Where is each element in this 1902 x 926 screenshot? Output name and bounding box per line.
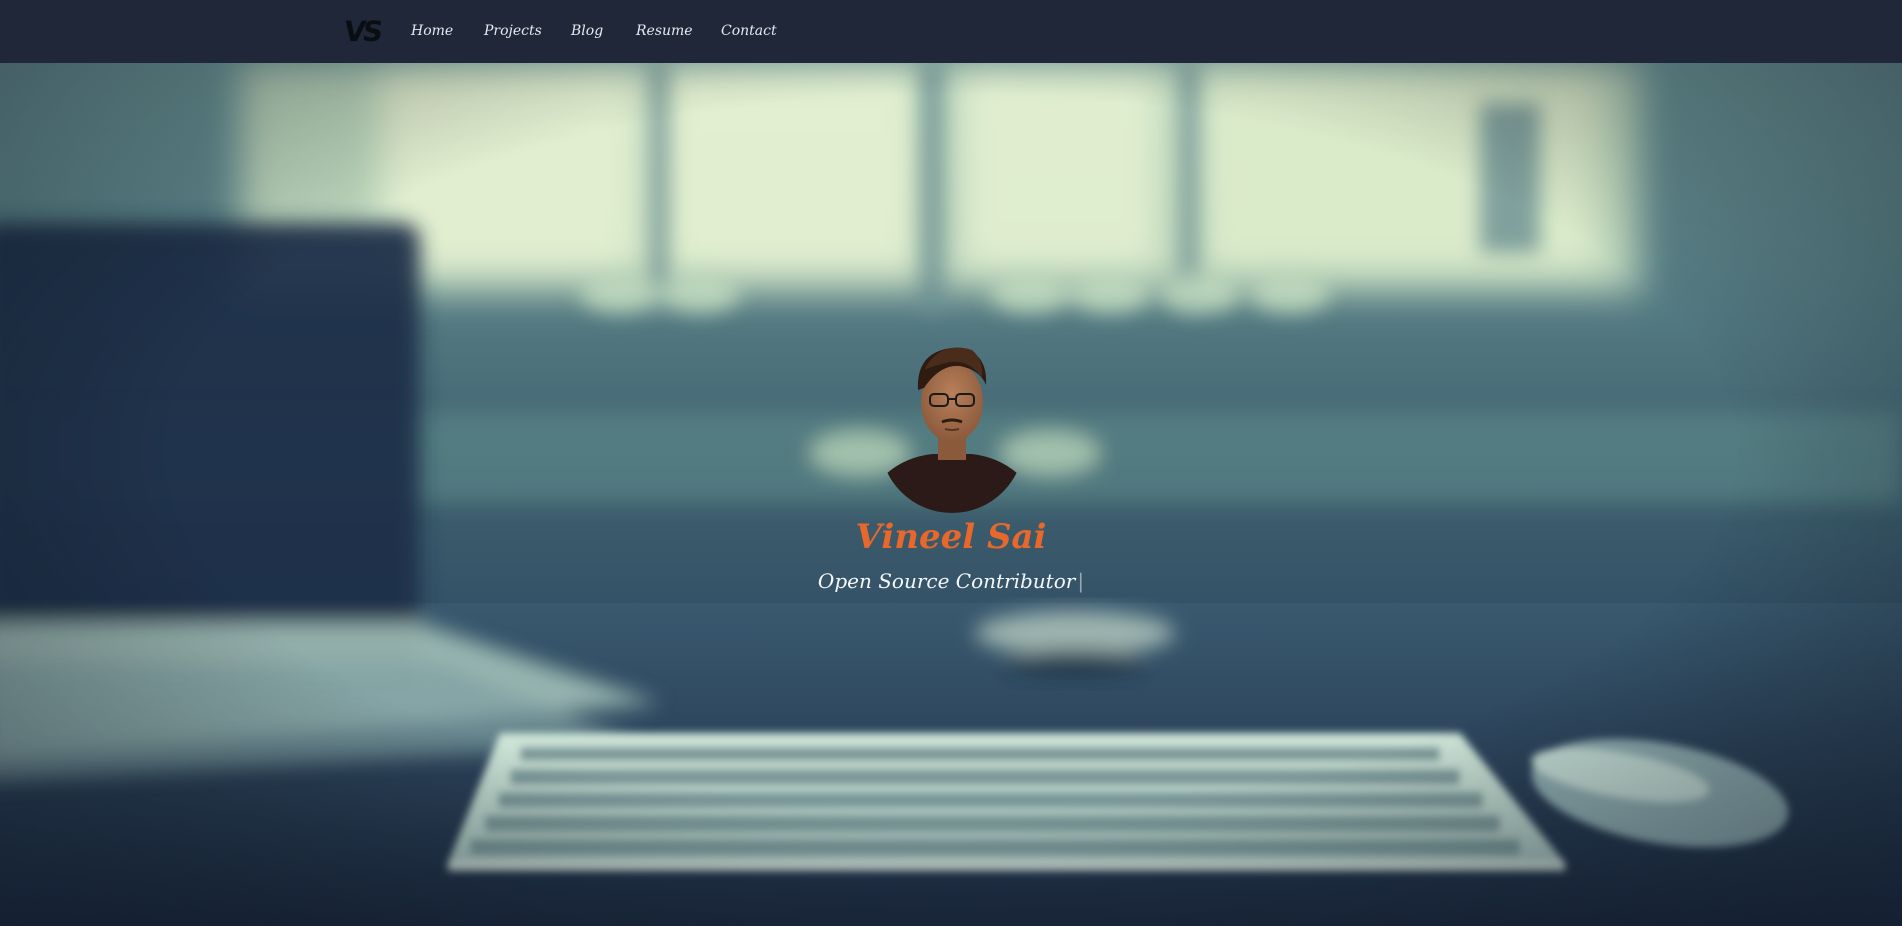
hero-section: Vineel Sai Open Source Contributor | bbox=[0, 63, 1902, 926]
hero-tagline: Open Source Contributor | bbox=[0, 566, 1902, 596]
nav-link-contact[interactable]: Contact bbox=[721, 20, 777, 42]
nav-link-blog[interactable]: Blog bbox=[571, 20, 603, 42]
hero-name: Vineel Sai bbox=[855, 517, 1047, 557]
profile-photo-icon bbox=[880, 347, 1024, 513]
site-logo[interactable]: VS bbox=[341, 14, 382, 50]
navbar: VS Home Projects Blog Resume Contact bbox=[0, 0, 1902, 63]
nav-link-home[interactable]: Home bbox=[411, 20, 453, 42]
nav-link-projects[interactable]: Projects bbox=[484, 20, 542, 42]
nav-link-resume[interactable]: Resume bbox=[636, 20, 693, 42]
avatar bbox=[880, 330, 1024, 513]
typing-cursor: | bbox=[1077, 569, 1085, 593]
tagline-text: Open Source Contributor bbox=[817, 569, 1076, 593]
